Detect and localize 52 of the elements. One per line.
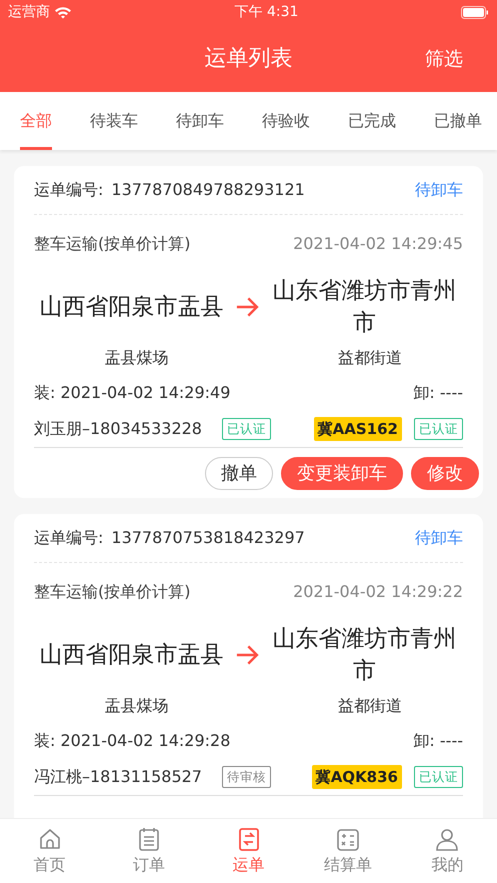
destination-place: 益都街道	[338, 696, 402, 715]
tab-bar-item[interactable]: 运单	[198, 819, 298, 883]
status-tag: 已认证	[222, 418, 271, 440]
origin-text: 山西省阳泉市盂县	[38, 641, 225, 670]
field-label: 运单编号:	[34, 527, 104, 549]
status-text: 待卸车	[415, 179, 463, 201]
waybill-number: 1377870753818423297	[111, 527, 305, 549]
battery-icon	[461, 6, 490, 19]
plate-number: 冀AQK836	[312, 764, 402, 790]
tab-bar-item[interactable]: 结算单	[298, 819, 398, 883]
action-button[interactable]: 变更装卸车	[281, 456, 403, 490]
load-time: 装: 2021-04-02 14:29:28	[34, 730, 230, 752]
filter-button[interactable]: 筛选	[425, 44, 463, 73]
origin-place: 盂县煤场	[104, 348, 168, 367]
status-time: 下午 4:31	[234, 3, 298, 22]
tab[interactable]: 已撤单	[434, 92, 482, 150]
destination-text: 山东省潍坊市青州市	[271, 277, 458, 338]
transport-type: 整车运输(按单价计算)	[34, 233, 190, 255]
unload-time: 卸: ----	[413, 382, 463, 404]
created-time: 2021-04-02 14:29:22	[293, 581, 463, 603]
tab[interactable]: 全部	[20, 92, 52, 150]
tab[interactable]: 待卸车	[176, 92, 224, 150]
destination-text: 山东省潍坊市青州市	[271, 625, 458, 686]
tab-bar-item[interactable]: 我的	[398, 819, 497, 883]
tab[interactable]: 待验收	[262, 92, 310, 150]
action-button[interactable]: 修改	[411, 456, 479, 490]
tab-bar-item[interactable]: 订单	[99, 819, 199, 883]
load-time: 装: 2021-04-02 14:29:49	[34, 382, 230, 404]
waybill-number: 1377870849788293121	[111, 179, 305, 201]
origin-text: 山西省阳泉市盂县	[38, 293, 225, 322]
status-tag: 待审核	[222, 766, 271, 788]
status-tag: 已认证	[414, 766, 463, 788]
driver-info: 刘玉朋–18034533228	[34, 418, 202, 440]
status-tag: 已认证	[414, 418, 463, 440]
plate-number: 冀AAS162	[314, 416, 402, 442]
action-button[interactable]: 撤单	[205, 456, 273, 490]
tab[interactable]: 待装车	[90, 92, 138, 150]
tab[interactable]: 已完成	[348, 92, 396, 150]
arrow-icon	[235, 643, 260, 667]
page-title: 运单列表	[204, 45, 292, 73]
tab-bar-item[interactable]: 首页	[0, 819, 100, 883]
created-time: 2021-04-02 14:29:45	[293, 233, 463, 255]
status-text: 待卸车	[415, 527, 463, 549]
unload-time: 卸: ----	[413, 730, 463, 752]
driver-info: 冯江桃–18131158527	[34, 766, 202, 788]
field-label: 运单编号:	[34, 179, 104, 201]
transport-type: 整车运输(按单价计算)	[34, 581, 190, 603]
origin-place: 盂县煤场	[104, 696, 168, 715]
destination-place: 益都街道	[338, 348, 402, 367]
wifi-icon	[54, 6, 72, 19]
carrier-name: 运营商	[8, 3, 50, 22]
arrow-icon	[235, 295, 260, 319]
